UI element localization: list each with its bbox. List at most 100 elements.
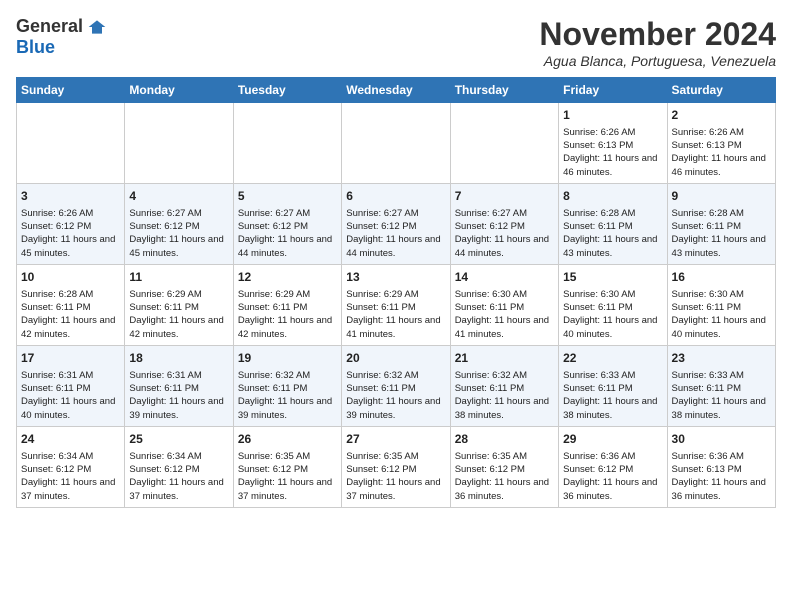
calendar-cell: 14Sunrise: 6:30 AMSunset: 6:11 PMDayligh… [450,264,558,345]
calendar-week-row: 17Sunrise: 6:31 AMSunset: 6:11 PMDayligh… [17,345,776,426]
day-info: Sunrise: 6:34 AM [129,450,228,463]
day-info: Sunset: 6:12 PM [455,220,554,233]
day-info: Sunset: 6:12 PM [238,220,337,233]
day-info: Daylight: 11 hours and 39 minutes. [238,395,337,422]
calendar-cell: 30Sunrise: 6:36 AMSunset: 6:13 PMDayligh… [667,426,775,507]
day-number: 4 [129,188,228,205]
day-number: 8 [563,188,662,205]
calendar-cell: 9Sunrise: 6:28 AMSunset: 6:11 PMDaylight… [667,183,775,264]
day-info: Daylight: 11 hours and 39 minutes. [129,395,228,422]
calendar-cell: 18Sunrise: 6:31 AMSunset: 6:11 PMDayligh… [125,345,233,426]
calendar-cell: 4Sunrise: 6:27 AMSunset: 6:12 PMDaylight… [125,183,233,264]
day-number: 28 [455,431,554,448]
day-info: Sunset: 6:11 PM [21,301,120,314]
calendar-cell [450,103,558,184]
day-number: 23 [672,350,771,367]
day-info: Daylight: 11 hours and 45 minutes. [21,233,120,260]
day-info: Sunrise: 6:35 AM [346,450,445,463]
calendar-header-friday: Friday [559,78,667,103]
calendar-cell: 26Sunrise: 6:35 AMSunset: 6:12 PMDayligh… [233,426,341,507]
calendar-week-row: 3Sunrise: 6:26 AMSunset: 6:12 PMDaylight… [17,183,776,264]
day-number: 14 [455,269,554,286]
day-info: Sunset: 6:12 PM [129,220,228,233]
day-info: Sunrise: 6:27 AM [346,207,445,220]
day-info: Daylight: 11 hours and 41 minutes. [455,314,554,341]
day-info: Sunset: 6:11 PM [455,382,554,395]
calendar-cell: 3Sunrise: 6:26 AMSunset: 6:12 PMDaylight… [17,183,125,264]
day-number: 11 [129,269,228,286]
day-info: Sunrise: 6:32 AM [346,369,445,382]
day-info: Sunrise: 6:29 AM [129,288,228,301]
day-info: Sunrise: 6:28 AM [563,207,662,220]
day-info: Daylight: 11 hours and 40 minutes. [21,395,120,422]
calendar-header-row: SundayMondayTuesdayWednesdayThursdayFrid… [17,78,776,103]
day-info: Daylight: 11 hours and 39 minutes. [346,395,445,422]
title-block: November 2024 Agua Blanca, Portuguesa, V… [539,16,776,69]
day-info: Daylight: 11 hours and 43 minutes. [672,233,771,260]
day-number: 3 [21,188,120,205]
day-info: Daylight: 11 hours and 42 minutes. [21,314,120,341]
day-number: 24 [21,431,120,448]
calendar-cell: 29Sunrise: 6:36 AMSunset: 6:12 PMDayligh… [559,426,667,507]
day-info: Sunset: 6:11 PM [563,301,662,314]
day-number: 12 [238,269,337,286]
calendar-week-row: 10Sunrise: 6:28 AMSunset: 6:11 PMDayligh… [17,264,776,345]
day-info: Sunrise: 6:36 AM [672,450,771,463]
day-info: Sunrise: 6:33 AM [672,369,771,382]
calendar-header-sunday: Sunday [17,78,125,103]
day-number: 26 [238,431,337,448]
calendar-cell [342,103,450,184]
day-number: 22 [563,350,662,367]
calendar-header-saturday: Saturday [667,78,775,103]
day-info: Sunset: 6:13 PM [563,139,662,152]
logo: General Blue [16,16,107,58]
day-number: 30 [672,431,771,448]
page-header: General Blue November 2024 Agua Blanca, … [16,16,776,69]
day-info: Sunrise: 6:26 AM [672,126,771,139]
calendar-cell: 20 Sunrise: 6:32 AMSunset: 6:11 PMDayligh… [342,345,450,426]
day-info: Sunset: 6:11 PM [129,382,228,395]
day-info: Daylight: 11 hours and 38 minutes. [455,395,554,422]
day-number: 29 [563,431,662,448]
calendar-cell: 8Sunrise: 6:28 AMSunset: 6:11 PMDaylight… [559,183,667,264]
day-number: 19 [238,350,337,367]
calendar-cell: 5Sunrise: 6:27 AMSunset: 6:12 PMDaylight… [233,183,341,264]
calendar-cell: 6Sunrise: 6:27 AMSunset: 6:12 PMDaylight… [342,183,450,264]
calendar-cell: 28Sunrise: 6:35 AMSunset: 6:12 PMDayligh… [450,426,558,507]
day-info: Sunrise: 6:29 AM [346,288,445,301]
day-info: Sunset: 6:11 PM [672,382,771,395]
calendar-cell: 11Sunrise: 6:29 AMSunset: 6:11 PMDayligh… [125,264,233,345]
calendar-cell: 21Sunrise: 6:32 AMSunset: 6:11 PMDayligh… [450,345,558,426]
day-info: Daylight: 11 hours and 42 minutes. [129,314,228,341]
logo-icon [87,17,107,37]
day-info: Daylight: 11 hours and 40 minutes. [672,314,771,341]
day-number: 10 [21,269,120,286]
day-info: Sunset: 6:11 PM [21,382,120,395]
day-number: 20 [346,350,445,367]
day-info: Daylight: 11 hours and 37 minutes. [129,476,228,503]
day-info: Sunrise: 6:27 AM [455,207,554,220]
day-info: Sunset: 6:11 PM [563,382,662,395]
day-info: Daylight: 11 hours and 38 minutes. [672,395,771,422]
calendar-cell: 22Sunrise: 6:33 AMSunset: 6:11 PMDayligh… [559,345,667,426]
calendar-cell: 12Sunrise: 6:29 AMSunset: 6:11 PMDayligh… [233,264,341,345]
day-info: Sunrise: 6:33 AM [563,369,662,382]
day-info: Daylight: 11 hours and 44 minutes. [455,233,554,260]
day-info: Daylight: 11 hours and 37 minutes. [238,476,337,503]
day-info: Daylight: 11 hours and 43 minutes. [563,233,662,260]
calendar-week-row: 24Sunrise: 6:34 AMSunset: 6:12 PMDayligh… [17,426,776,507]
day-number: 7 [455,188,554,205]
calendar-cell [233,103,341,184]
day-number: 17 [21,350,120,367]
day-info: Sunset: 6:12 PM [455,463,554,476]
day-info: Sunset: 6:12 PM [21,220,120,233]
day-info: Sunrise: 6:29 AM [238,288,337,301]
day-info: Sunset: 6:12 PM [129,463,228,476]
day-info: Daylight: 11 hours and 44 minutes. [238,233,337,260]
day-info: Sunrise: 6:31 AM [21,369,120,382]
day-info: Sunset: 6:11 PM [238,382,337,395]
day-info: Sunset: 6:12 PM [346,220,445,233]
day-info: Sunset: 6:11 PM [346,382,445,395]
day-info: Daylight: 11 hours and 42 minutes. [238,314,337,341]
location: Agua Blanca, Portuguesa, Venezuela [539,53,776,69]
